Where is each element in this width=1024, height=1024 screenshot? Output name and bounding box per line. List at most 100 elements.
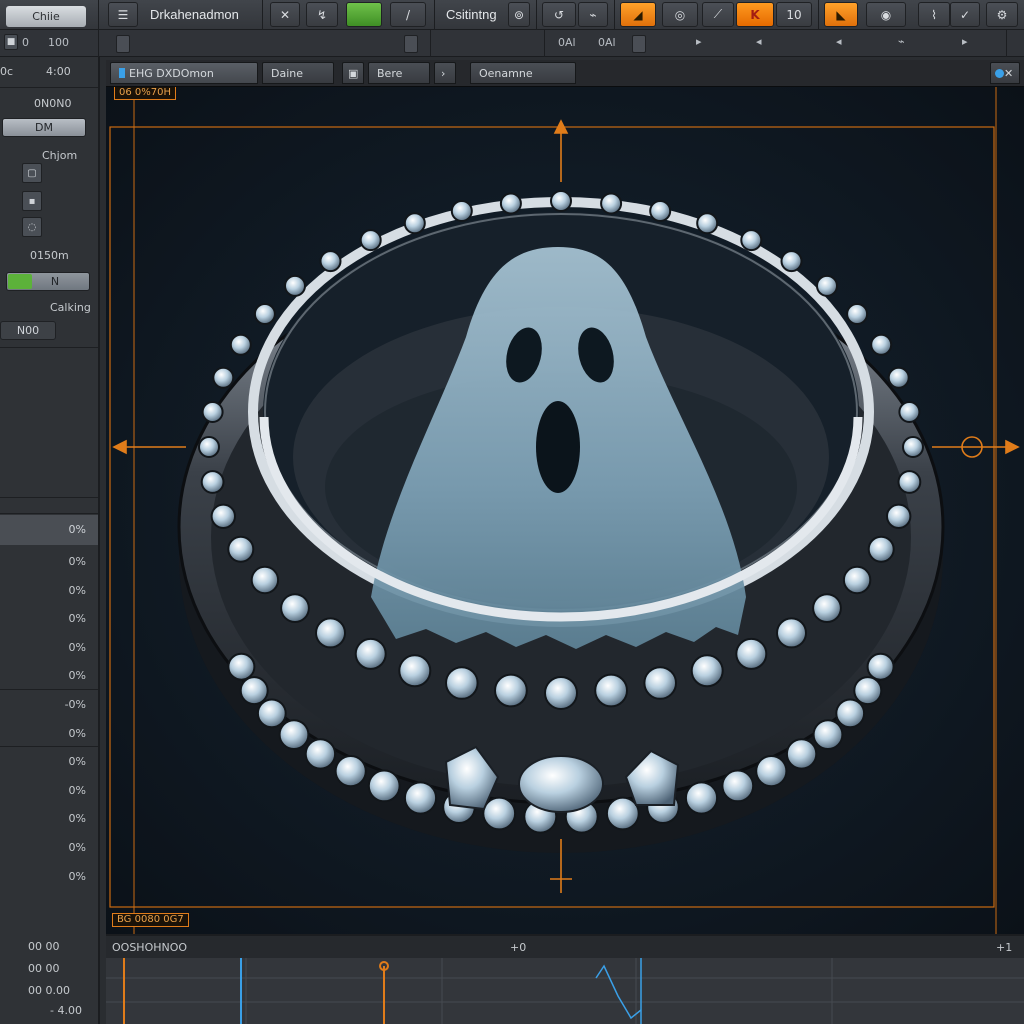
list-item[interactable]: 0%	[0, 747, 98, 776]
diamond-gem	[403, 781, 438, 815]
record-icon[interactable]: ◎	[662, 2, 698, 27]
toggle-on-indicator	[8, 274, 32, 289]
list-item[interactable]: 0%	[0, 719, 98, 748]
list-item[interactable]: 0%	[0, 776, 98, 805]
diamond-gem	[334, 755, 367, 788]
list-item-value: -0%	[64, 698, 86, 711]
sub-handle-left[interactable]	[116, 35, 130, 53]
list-row-selected[interactable]: 0%	[0, 515, 98, 545]
panel-header: 0N0N0	[34, 97, 72, 110]
list-item[interactable]: -0%	[0, 690, 98, 719]
graph-icon[interactable]: ⌁	[578, 2, 608, 27]
diamond-gem	[785, 738, 818, 770]
list-item[interactable]: 0%	[0, 833, 98, 862]
tab-scene-label: EHG DXDOmon	[129, 66, 214, 80]
sub-value-b: 100	[48, 36, 69, 49]
step-back-icon[interactable]: ◂	[836, 35, 842, 48]
diamond-gem	[690, 654, 724, 688]
key-icon[interactable]: ◂	[756, 35, 762, 48]
diamond-gem	[239, 676, 269, 706]
diamond-gem	[594, 673, 629, 708]
play-icon[interactable]: ▸	[696, 35, 702, 48]
timeline-graph[interactable]	[106, 958, 1024, 1024]
tab-oenamne[interactable]: Oenamne	[470, 62, 576, 84]
diamond-gem	[867, 535, 895, 563]
sub-item-b[interactable]: 0Al	[598, 36, 616, 49]
diamond-gem	[870, 333, 893, 356]
list-item[interactable]: 0%	[0, 862, 98, 891]
list-item[interactable]: 0%	[0, 547, 98, 576]
list-item-value: 0%	[68, 583, 86, 597]
list-item[interactable]: 0%	[0, 661, 98, 690]
timeline-title: OOSHOHNOO	[112, 941, 188, 954]
list-item[interactable]: 0%	[0, 576, 98, 605]
close-tool-icon[interactable]: ✕	[270, 2, 300, 27]
diamond-gem	[684, 781, 719, 815]
option-box-3[interactable]: ◌	[22, 217, 42, 237]
list-item[interactable]: 0%	[0, 804, 98, 833]
list-item-value: 0%	[68, 669, 86, 683]
keyframe-icon[interactable]: ◢	[620, 2, 656, 27]
sub-handle-right[interactable]	[632, 35, 646, 53]
ease-icon[interactable]: ⌁	[898, 35, 905, 48]
loop-icon[interactable]: ↺	[542, 2, 576, 27]
diamond-gem	[227, 652, 256, 681]
option-box-2[interactable]: ▪	[22, 191, 42, 211]
settings-icon[interactable]: ⚙	[986, 2, 1018, 27]
menu-icon[interactable]: ☰	[108, 2, 138, 27]
diamond-gem	[280, 593, 310, 623]
toggle-button[interactable]: N	[6, 272, 90, 291]
tab-bere[interactable]: Bere	[368, 62, 430, 84]
chart-icon[interactable]: ⌇	[918, 2, 950, 27]
tab-scene[interactable]: EHG DXDOmon	[110, 62, 258, 84]
render-viewport[interactable]: 06 0%70H BG 0080 0G7	[106, 86, 1024, 934]
tl-row-3: - 4.00	[50, 1004, 82, 1017]
diamond-gem	[499, 192, 522, 215]
sub-handle-mid[interactable]	[404, 35, 418, 53]
slope-icon[interactable]: ⟋	[702, 2, 734, 27]
check-icon[interactable]: ✓	[950, 2, 980, 27]
list-item-value: 0%	[68, 841, 86, 854]
animation-curve[interactable]	[595, 964, 642, 1020]
orbit-icon[interactable]: ◉	[866, 2, 906, 27]
snap-toggle-button[interactable]	[346, 2, 382, 27]
list-item[interactable]: 0%	[0, 604, 98, 633]
pen-tool-icon[interactable]: /	[390, 2, 426, 27]
bookmark-icon[interactable]: ◣	[824, 2, 858, 27]
list-item[interactable]: 0%	[0, 633, 98, 662]
ghost-mouth	[536, 401, 580, 493]
scene-render	[109, 87, 1020, 934]
step-forward-icon[interactable]: ▸	[962, 35, 968, 48]
file-pill-button[interactable]: Chiie	[6, 6, 86, 27]
diamond-gem	[229, 333, 252, 356]
tab-bere-label: Bere	[377, 66, 403, 80]
target-icon[interactable]: ⊚	[508, 2, 530, 27]
diamond-gem	[450, 200, 473, 222]
panel-top-button[interactable]: DM	[2, 118, 86, 137]
diamond-gem	[445, 666, 479, 700]
tab-oenamne-label: Oenamne	[479, 66, 533, 80]
tab-camera-icon[interactable]: ▣	[342, 62, 364, 84]
diamond-gem	[649, 200, 672, 222]
diamond-gem	[359, 229, 382, 252]
diamond-gem	[902, 436, 924, 458]
section-label: Calking	[50, 301, 91, 314]
tab-daine[interactable]: Daine	[262, 62, 334, 84]
diamond-gem	[846, 303, 869, 325]
diamond-gem	[256, 698, 287, 729]
small-button[interactable]: N00	[0, 321, 56, 340]
diamond-gem	[897, 470, 922, 494]
sub-item-a[interactable]: 0Al	[558, 36, 576, 49]
tl-row-2: 00 0.00	[28, 984, 70, 997]
lock-icon[interactable]: ■	[4, 34, 18, 50]
tab-arrow-icon[interactable]: ›	[434, 62, 456, 84]
viewport-options-icon[interactable]: ✕	[990, 62, 1020, 84]
frame-button[interactable]: 10	[776, 2, 812, 27]
option-box-1[interactable]: ▢	[22, 163, 42, 183]
diamond-gem	[319, 250, 342, 273]
tl-row-1: 00 00	[28, 962, 60, 975]
diamond-gem	[367, 769, 401, 803]
curve-tool-icon[interactable]: ↯	[306, 2, 338, 27]
record-key-button[interactable]: K	[736, 2, 774, 27]
viewport-top-label: 06 0%70H	[114, 87, 177, 100]
